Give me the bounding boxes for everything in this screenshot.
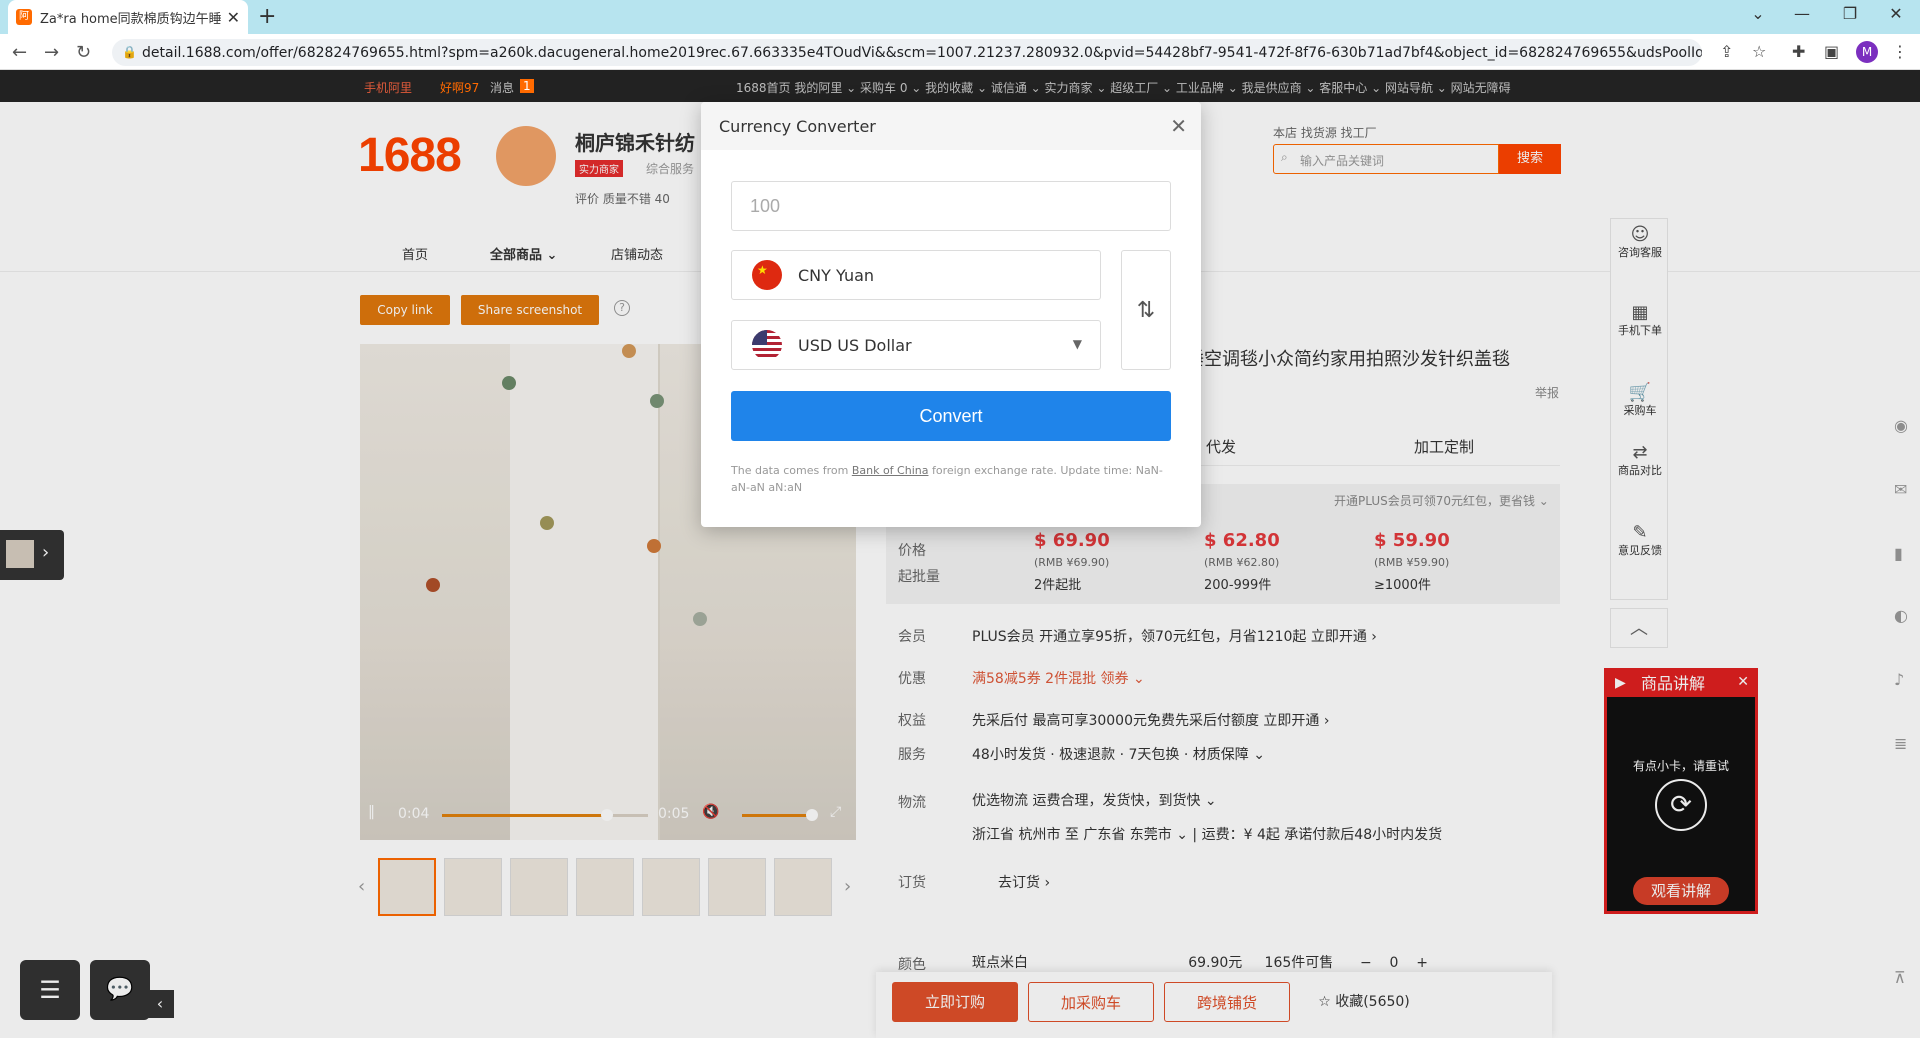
menu-icon[interactable]: ⋮ bbox=[1892, 42, 1908, 61]
maximize-icon[interactable]: ❐ bbox=[1838, 4, 1862, 23]
from-currency-field[interactable]: ★ CNY Yuan bbox=[731, 250, 1101, 300]
lock-icon: 🔒 bbox=[122, 45, 137, 59]
share-icon[interactable]: ⇪ bbox=[1720, 42, 1733, 61]
user-name[interactable]: 好啊97 bbox=[440, 79, 479, 96]
to-currency: USD US Dollar bbox=[798, 335, 912, 355]
browser-tab-bar bbox=[0, 0, 1920, 34]
minimize-icon[interactable]: — bbox=[1790, 4, 1814, 23]
swap-currency-icon[interactable]: ⇅ bbox=[1121, 250, 1171, 370]
new-tab-icon[interactable]: + bbox=[258, 5, 276, 29]
reload-icon[interactable]: ↻ bbox=[76, 42, 91, 63]
site-links[interactable]: 1688首页 我的阿里 ⌄ 采购车 0 ⌄ 我的收藏 ⌄ 诚信通 ⌄ 实力商家 … bbox=[736, 79, 1511, 96]
site-favicon-icon: 阿 bbox=[16, 9, 32, 25]
data-source-note: The data comes from Bank of China foreig… bbox=[731, 462, 1171, 496]
mobile-link[interactable]: 手机阿里 bbox=[364, 79, 412, 96]
messages-link[interactable]: 消息 bbox=[490, 79, 514, 96]
tab-search-icon[interactable]: ⌄ bbox=[1746, 4, 1770, 23]
dialog-header: Currency Converter ✕ bbox=[701, 102, 1201, 150]
tab-title: Za*ra home同款棉质钩边午睡空 bbox=[40, 11, 221, 27]
us-flag-icon bbox=[752, 330, 782, 360]
currency-converter-dialog: Currency Converter ✕ ★ CNY Yuan USD US D… bbox=[701, 102, 1201, 527]
browser-tab[interactable]: 阿 Za*ra home同款棉质钩边午睡空 ✕ bbox=[8, 0, 248, 34]
forward-icon[interactable]: → bbox=[44, 42, 59, 63]
message-count-badge: 1 bbox=[520, 79, 534, 93]
back-icon[interactable]: ← bbox=[12, 42, 27, 63]
site-topbar: 手机阿里 好啊97 消息 1 1688首页 我的阿里 ⌄ 采购车 0 ⌄ 我的收… bbox=[0, 70, 1920, 102]
note-prefix: The data comes from bbox=[731, 464, 852, 477]
sidepanel-icon[interactable]: ▣ bbox=[1824, 42, 1839, 61]
url-field[interactable]: 🔒 detail.1688.com/offer/682824769655.htm… bbox=[112, 39, 1702, 66]
close-tab-icon[interactable]: ✕ bbox=[227, 8, 240, 27]
china-flag-icon: ★ bbox=[752, 260, 782, 290]
dialog-title: Currency Converter bbox=[719, 117, 876, 136]
bank-of-china-link[interactable]: Bank of China bbox=[852, 464, 929, 477]
extensions-icon[interactable]: ✚ bbox=[1792, 42, 1805, 61]
close-window-icon[interactable]: ✕ bbox=[1884, 4, 1908, 23]
bookmark-star-icon[interactable]: ☆ bbox=[1752, 42, 1766, 61]
chevron-down-icon: ▼ bbox=[1072, 337, 1082, 351]
close-icon[interactable]: ✕ bbox=[1170, 114, 1187, 138]
url-text: detail.1688.com/offer/682824769655.html?… bbox=[142, 44, 1702, 61]
to-currency-select[interactable]: USD US Dollar ▼ bbox=[731, 320, 1101, 370]
profile-avatar[interactable]: M bbox=[1856, 41, 1878, 63]
from-currency: CNY Yuan bbox=[798, 265, 875, 285]
convert-button[interactable]: Convert bbox=[731, 391, 1171, 441]
amount-input[interactable] bbox=[731, 181, 1171, 231]
